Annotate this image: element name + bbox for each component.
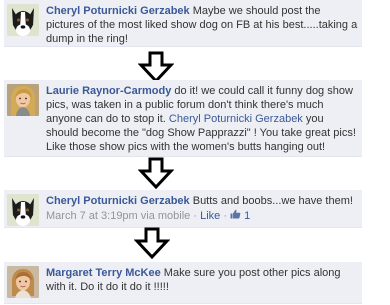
comment-text: Laurie Raynor-Carmody do it! we could ca… — [46, 84, 358, 154]
thumbs-up-icon — [230, 209, 241, 223]
like-link[interactable]: Like — [200, 210, 220, 222]
author-name-link[interactable]: Cheryl Poturnicki Gerzabek — [46, 5, 190, 17]
timestamp: March 7 at 3:19pm via mobile — [46, 210, 191, 222]
avatar-woman[interactable] — [7, 266, 39, 298]
screenshot: { "comments": [ { "name": "Cheryl Poturn… — [0, 0, 390, 305]
comment-meta: March 7 at 3:19pm via mobile · Like · 1 — [46, 209, 358, 223]
mention-link[interactable]: Cheryl Poturnicki Gerzabek — [169, 113, 303, 125]
comment-text: Cheryl Poturnicki Gerzabek Butts and boo… — [46, 194, 358, 223]
comment-text: Margaret Terry McKee Make sure you post … — [46, 266, 358, 294]
comment-1: Cheryl Poturnicki Gerzabek Maybe we shou… — [4, 0, 362, 47]
author-name-link[interactable]: Laurie Raynor-Carmody — [46, 85, 171, 97]
avatar-dog[interactable] — [7, 194, 39, 226]
avatar-dog[interactable] — [7, 4, 39, 36]
comment-body: Butts and boobs...we have them! — [189, 195, 353, 207]
avatar-woman[interactable] — [7, 84, 39, 116]
author-name-link[interactable]: Margaret Terry McKee — [46, 267, 161, 279]
down-arrow-icon — [138, 157, 174, 189]
meta-separator: · — [190, 210, 201, 222]
comment-text: Cheryl Poturnicki Gerzabek Maybe we shou… — [46, 4, 358, 46]
down-arrow-icon — [138, 51, 174, 83]
comment-2: Laurie Raynor-Carmody do it! we could ca… — [4, 80, 362, 157]
comment-4: Margaret Terry McKee Make sure you post … — [4, 262, 362, 304]
author-name-link[interactable]: Cheryl Poturnicki Gerzabek — [46, 195, 190, 207]
down-arrow-icon — [134, 227, 170, 259]
like-count[interactable]: 1 — [244, 210, 250, 222]
meta-separator: · — [220, 210, 231, 222]
comment-3: Cheryl Poturnicki Gerzabek Butts and boo… — [4, 190, 362, 228]
